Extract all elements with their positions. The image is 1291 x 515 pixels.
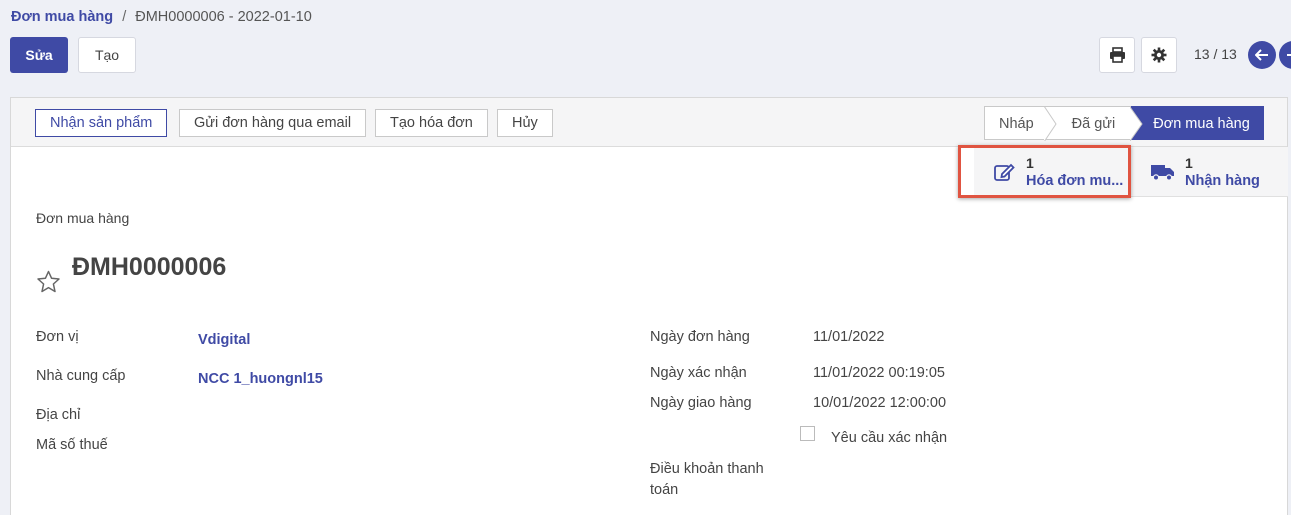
payment-terms-label-line2: toán [650,482,679,498]
stage-draft-label: Nháp [999,116,1034,132]
order-date-value: 11/01/2022 [813,329,885,345]
send-email-button[interactable]: Gửi đơn hàng qua email [179,109,367,137]
stage-sent-label: Đã gửi [1071,116,1116,132]
previous-record-button[interactable] [1248,41,1276,69]
print-icon [1109,47,1125,63]
gear-icon [1151,47,1167,63]
cancel-order-button[interactable]: Hủy [497,109,553,137]
document-title: ĐMH0000006 [72,253,227,281]
settings-button[interactable] [1141,37,1177,73]
tax-code-label: Mã số thuế [36,437,108,453]
pager-value: 13 / 13 [1194,46,1237,62]
delivery-date-value: 10/01/2022 12:00:00 [813,395,947,411]
delivery-date-label: Ngày giao hàng [650,395,752,411]
breadcrumb-separator: / [122,9,127,25]
breadcrumb: Đơn mua hàng / ĐMH0000006 - 2022-01-10 [11,9,312,25]
breadcrumb-current: ĐMH0000006 - 2022-01-10 [135,9,312,25]
confirm-date-value: 11/01/2022 00:19:05 [813,365,945,381]
status-bar: Nhận sản phẩm Gửi đơn hàng qua email Tạo… [11,98,1287,147]
confirm-date-label: Ngày xác nhận [650,365,747,381]
vendor-value[interactable]: NCC 1_huongnl15 [198,371,323,387]
unit-label: Đơn vị [36,329,79,345]
arrow-left-icon [1255,49,1268,61]
receive-products-button[interactable]: Nhận sản phẩm [35,109,168,137]
stage-divider [1130,107,1143,141]
edit-button[interactable]: Sửa [10,37,68,73]
status-stages: Nháp Đã gửi Đơn mua hàng [984,106,1264,141]
form-sheet: Nhận sản phẩm Gửi đơn hàng qua email Tạo… [10,97,1288,515]
vendor-label: Nhà cung cấp [36,368,126,384]
arrow-right-icon [1287,54,1291,56]
truck-icon [1151,165,1174,181]
stage-draft[interactable]: Nháp [984,106,1057,141]
breadcrumb-parent-link[interactable]: Đơn mua hàng [11,9,113,25]
receipt-smart-button[interactable]: 1 Nhận hàng [1151,147,1260,197]
payment-terms-label: Điều khoản thanh [650,461,764,477]
unit-value[interactable]: Vdigital [198,332,250,348]
create-invoice-button[interactable]: Tạo hóa đơn [375,109,488,137]
stage-purchase-order-label: Đơn mua hàng [1153,116,1250,132]
receipt-count: 1 [1185,155,1193,171]
document-type-label: Đơn mua hàng [36,210,130,226]
highlight-box [958,145,1131,198]
receipt-label: Nhận hàng [1185,173,1260,189]
create-button[interactable]: Tạo [78,37,136,73]
next-record-button[interactable] [1279,41,1291,69]
stage-purchase-order[interactable]: Đơn mua hàng [1130,106,1264,141]
stage-divider [1043,107,1057,141]
print-button[interactable] [1099,37,1135,73]
require-confirm-label: Yêu cầu xác nhận [831,430,948,446]
order-date-label: Ngày đơn hàng [650,329,750,345]
require-confirm-checkbox[interactable] [800,426,815,441]
star-icon[interactable] [36,270,61,294]
address-label: Địa chỉ [36,407,81,423]
stage-sent[interactable]: Đã gửi [1049,106,1132,140]
